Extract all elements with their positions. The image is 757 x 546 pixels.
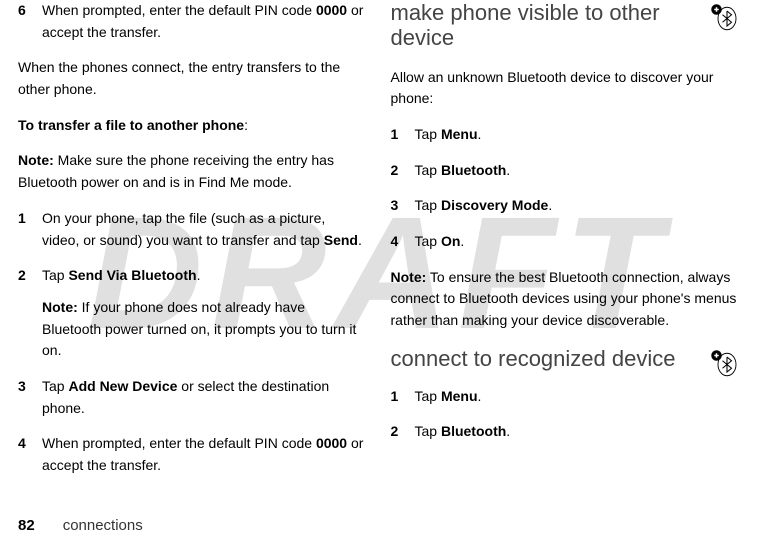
- text: Tap: [42, 267, 68, 283]
- add-new-device-label: Add New Device: [68, 378, 177, 394]
- paragraph-connect: When the phones connect, the entry trans…: [18, 57, 367, 100]
- note-text: Make sure the phone receiving the entry …: [18, 152, 334, 190]
- text: .: [548, 197, 552, 213]
- chapter-name: connections: [63, 517, 143, 534]
- text: Tap: [415, 423, 441, 439]
- note-text: If your phone does not already have Blue…: [42, 299, 356, 358]
- page-footer: 82 connections: [18, 517, 143, 534]
- text: .: [478, 126, 482, 142]
- text: On your phone, tap the file (such as a p…: [42, 210, 325, 248]
- text: .: [358, 232, 362, 248]
- step-text: Tap Bluetooth.: [415, 160, 740, 182]
- step-text: Tap Menu.: [415, 124, 740, 146]
- left-column: 6 When prompted, enter the default PIN c…: [18, 0, 379, 500]
- step-text: Tap Add New Device or select the destina…: [42, 376, 367, 419]
- menu-label: Menu: [441, 388, 478, 404]
- step-text: When prompted, enter the default PIN cod…: [42, 433, 367, 476]
- text: .: [506, 423, 510, 439]
- step-1: 1 On your phone, tap the file (such as a…: [18, 208, 367, 251]
- step-number: 1: [391, 386, 415, 408]
- transfer-heading: To transfer a file to another phone:: [18, 115, 367, 137]
- menu-label: Menu: [441, 126, 478, 142]
- section-connect-header: connect to recognized device: [391, 346, 740, 378]
- text: Tap: [415, 388, 441, 404]
- step-text: Tap On.: [415, 231, 740, 253]
- note-label: Note:: [391, 269, 427, 285]
- note-label: Note:: [42, 299, 78, 315]
- step-text: Tap Bluetooth.: [415, 421, 740, 443]
- step-number: 3: [18, 376, 42, 419]
- step-text: Tap Discovery Mode.: [415, 195, 740, 217]
- step-3: 3 Tap Add New Device or select the desti…: [18, 376, 367, 419]
- heading-text: To transfer a file to another phone: [18, 117, 244, 133]
- note-best: Note: To ensure the best Bluetooth conne…: [391, 267, 740, 332]
- right-column: make phone visible to other device Allow…: [379, 0, 740, 500]
- cstep-1: 1 Tap Menu.: [391, 386, 740, 408]
- step-text: When prompted, enter the default PIN cod…: [42, 0, 367, 43]
- bluetooth-label: Bluetooth: [441, 162, 506, 178]
- step-number: 1: [18, 208, 42, 251]
- text: .: [478, 388, 482, 404]
- text: .: [197, 267, 201, 283]
- step-number: 2: [18, 265, 42, 362]
- step-text: On your phone, tap the file (such as a p…: [42, 208, 367, 251]
- pin-code: 0000: [316, 2, 347, 18]
- text: When prompted, enter the default PIN cod…: [42, 2, 316, 18]
- text: Tap: [415, 233, 441, 249]
- step-number: 6: [18, 0, 42, 43]
- step-number: 4: [391, 231, 415, 253]
- step-2: 2 Tap Send Via Bluetooth. Note: If your …: [18, 265, 367, 362]
- step-text: Tap Menu.: [415, 386, 740, 408]
- note-text: To ensure the best Bluetooth connection,…: [391, 269, 737, 328]
- note-label: Note:: [18, 152, 54, 168]
- pin-code: 0000: [316, 435, 347, 451]
- step-text: Tap Send Via Bluetooth. Note: If your ph…: [42, 265, 367, 362]
- step-number: 2: [391, 160, 415, 182]
- vstep-1: 1 Tap Menu.: [391, 124, 740, 146]
- text: When prompted, enter the default PIN cod…: [42, 435, 316, 451]
- text: Tap: [415, 197, 441, 213]
- heading-visible: make phone visible to other device: [391, 0, 704, 51]
- section-visible-header: make phone visible to other device: [391, 0, 740, 59]
- text: .: [460, 233, 464, 249]
- bluetooth-add-icon: [709, 2, 739, 32]
- send-label: Send: [324, 232, 358, 248]
- step-number: 1: [391, 124, 415, 146]
- vstep-2: 2 Tap Bluetooth.: [391, 160, 740, 182]
- vstep-3: 3 Tap Discovery Mode.: [391, 195, 740, 217]
- page-number: 82: [18, 517, 35, 534]
- bluetooth-add-icon: [709, 348, 739, 378]
- heading-connect: connect to recognized device: [391, 346, 676, 371]
- page-content: 6 When prompted, enter the default PIN c…: [0, 0, 757, 500]
- on-label: On: [441, 233, 460, 249]
- bluetooth-label: Bluetooth: [441, 423, 506, 439]
- text: Tap: [415, 162, 441, 178]
- step2-note: Note: If your phone does not already hav…: [42, 297, 367, 362]
- step-number: 3: [391, 195, 415, 217]
- vstep-4: 4 Tap On.: [391, 231, 740, 253]
- step-number: 2: [391, 421, 415, 443]
- text: .: [506, 162, 510, 178]
- send-via-bluetooth-label: Send Via Bluetooth: [68, 267, 196, 283]
- paragraph-allow: Allow an unknown Bluetooth device to dis…: [391, 67, 740, 110]
- cstep-2: 2 Tap Bluetooth.: [391, 421, 740, 443]
- step-6: 6 When prompted, enter the default PIN c…: [18, 0, 367, 43]
- step-4: 4 When prompted, enter the default PIN c…: [18, 433, 367, 476]
- colon: :: [244, 117, 248, 133]
- step-number: 4: [18, 433, 42, 476]
- text: Tap: [415, 126, 441, 142]
- note-transfer: Note: Make sure the phone receiving the …: [18, 150, 367, 193]
- discovery-mode-label: Discovery Mode: [441, 197, 548, 213]
- text: Tap: [42, 378, 68, 394]
